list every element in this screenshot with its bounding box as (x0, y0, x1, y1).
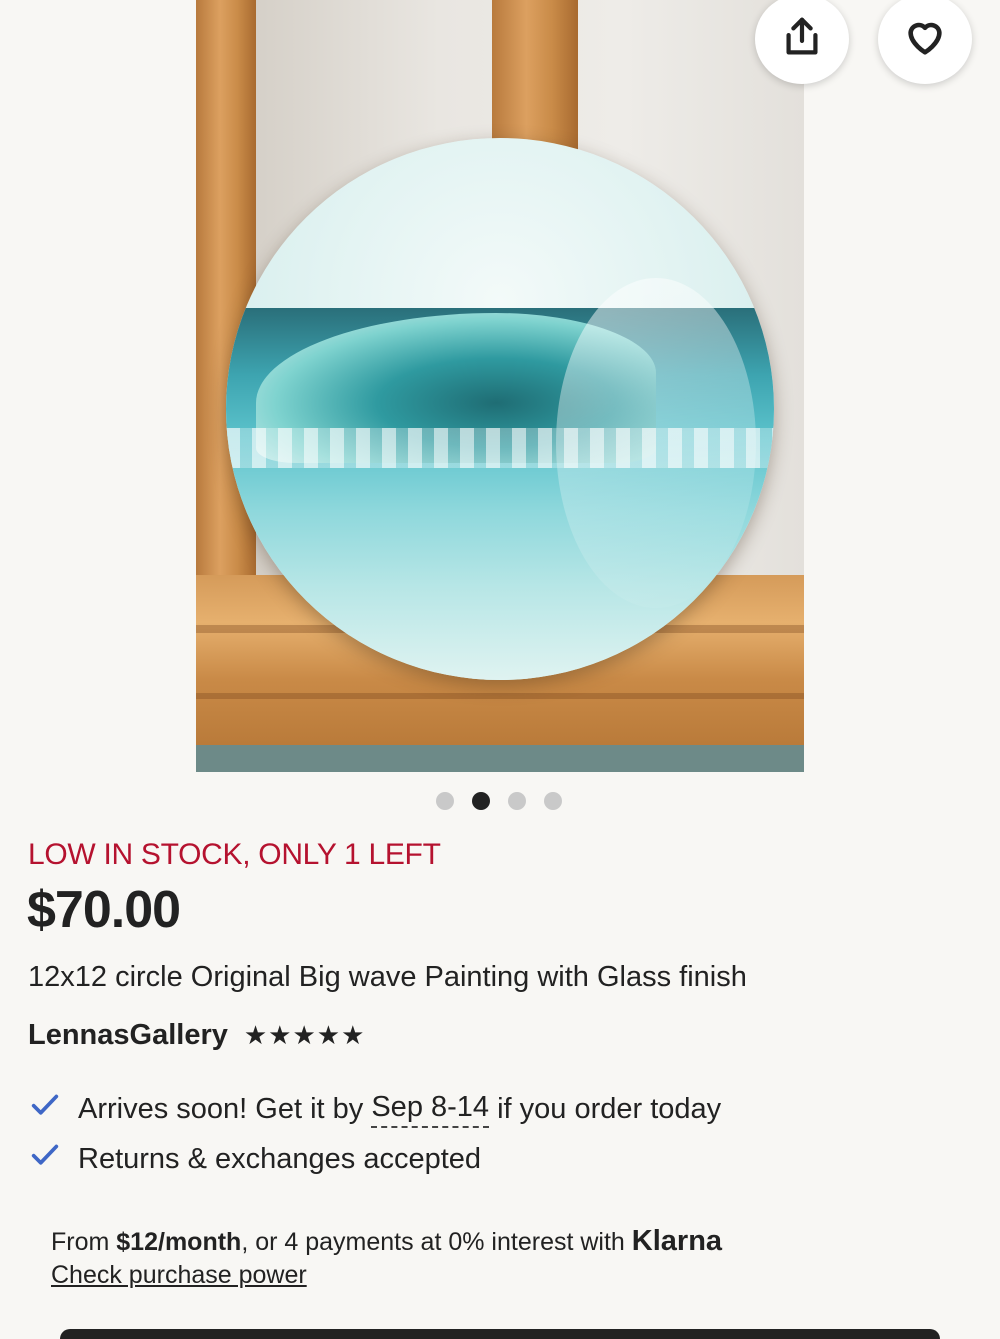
delivery-dates-link[interactable]: Sep 8-14 (371, 1091, 490, 1128)
carousel-dot-2-active[interactable] (472, 792, 490, 810)
rating-stars: ★★★★★ (243, 1020, 366, 1050)
shop-row: LennasGallery ★★★★★ (28, 1019, 365, 1052)
carousel-dots (436, 792, 562, 810)
product-image[interactable] (196, 0, 804, 772)
floor (196, 745, 804, 772)
carousel-dot-1[interactable] (436, 792, 454, 810)
financing-text: From $12/month, or 4 payments at 0% inte… (51, 1225, 722, 1258)
check-icon (28, 1138, 78, 1180)
share-button[interactable] (755, 0, 849, 84)
share-icon (779, 14, 825, 65)
add-to-cart-button-edge[interactable] (60, 1329, 940, 1339)
price: $70.00 (27, 881, 181, 939)
stock-warning: LOW IN STOCK, ONLY 1 LEFT (28, 838, 441, 871)
klarna-logo: Klarna (631, 1225, 723, 1257)
delivery-prefix: Arrives soon! Get it by (78, 1092, 364, 1125)
returns-perk: Returns & exchanges accepted (28, 1138, 481, 1180)
shop-name-link[interactable]: LennasGallery (28, 1019, 228, 1052)
delivery-perk: Arrives soon! Get it by Sep 8-14 if you … (28, 1088, 721, 1130)
heart-icon (902, 14, 948, 65)
financing-middle: , or 4 payments at 0% interest with (241, 1228, 625, 1256)
round-wave-painting (226, 138, 774, 680)
returns-text: Returns & exchanges accepted (78, 1142, 482, 1175)
financing-monthly: $12/month (116, 1228, 242, 1256)
carousel-dot-4[interactable] (544, 792, 562, 810)
glass-glare (556, 278, 756, 608)
financing-prefix: From (51, 1228, 110, 1256)
product-title: 12x12 circle Original Big wave Painting … (28, 961, 747, 993)
favorite-button[interactable] (878, 0, 972, 84)
delivery-suffix: if you order today (497, 1092, 722, 1125)
carousel-dot-3[interactable] (508, 792, 526, 810)
check-icon (28, 1088, 78, 1130)
check-purchase-power-link[interactable]: Check purchase power (51, 1261, 307, 1290)
